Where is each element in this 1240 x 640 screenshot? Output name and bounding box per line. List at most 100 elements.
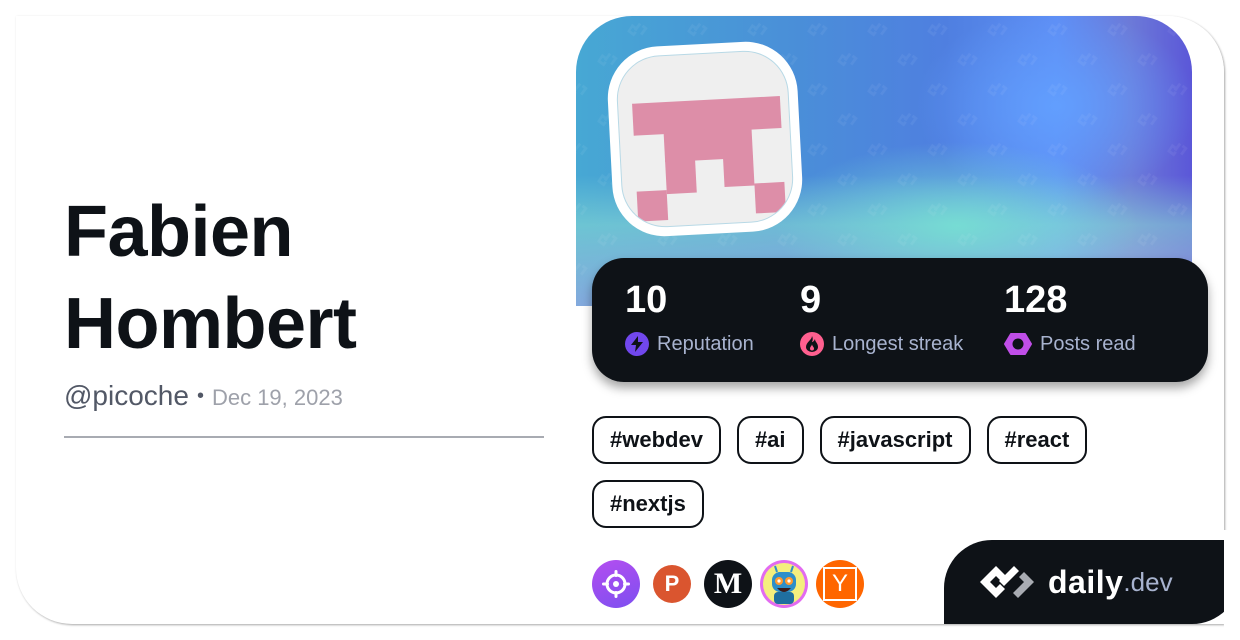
stat-label: Posts read [1040,332,1136,355]
divider [64,436,544,438]
pattern-logo-icon [576,260,591,279]
pattern-logo-icon [865,140,891,159]
pattern-logo-icon [1105,140,1131,159]
crosshair-source-icon[interactable] [592,560,640,608]
pattern-logo-icon [1015,230,1041,249]
pattern-logo-icon [1045,20,1071,39]
profile-last-name: Hombert [64,284,357,364]
pattern-logo-icon [1015,110,1041,129]
profile-meta: @picoche • Dec 19, 2023 [64,380,343,412]
pattern-logo-icon [895,110,921,129]
pattern-logo-icon [835,110,861,129]
tag-chip[interactable]: #javascript [819,416,971,464]
pattern-logo-icon [1075,170,1101,189]
pattern-logo-icon [1135,230,1161,249]
pattern-logo-icon [775,230,801,249]
daily-dev-brand[interactable]: daily .dev [944,540,1240,624]
stat-value: 9 [800,279,822,321]
avatar[interactable] [605,39,805,239]
medium-glyph: M [713,567,743,600]
pattern-logo-icon [576,140,591,159]
pattern-logo-icon [1165,200,1191,219]
pattern-logo-icon [1135,50,1161,69]
pattern-logo-icon [595,230,621,249]
pattern-logo-icon [985,200,1011,219]
brand-wordmark: daily [1048,563,1124,600]
pattern-logo-icon [1075,50,1101,69]
pattern-logo-icon [955,50,981,69]
pattern-logo-icon [576,200,591,219]
pattern-logo-icon [925,140,951,159]
meta-separator: • [196,385,204,407]
pattern-logo-icon [835,230,861,249]
medium-source-icon[interactable]: M [704,560,752,608]
pattern-logo-icon [895,170,921,189]
avatar-pixel [636,190,669,222]
pattern-logo-icon [1105,200,1131,219]
pattern-logo-icon [1045,200,1071,219]
pattern-logo-icon [1135,170,1161,189]
stat-reputation: 10 Reputation [625,278,754,356]
tag-chip[interactable]: #nextjs [592,480,704,528]
pattern-logo-icon [955,170,981,189]
pattern-logo-icon [985,140,1011,159]
pattern-logo-icon [1105,80,1131,99]
tag-chip[interactable]: #webdev [592,416,721,464]
stat-longest-streak: 9 Longest streak [800,278,963,356]
pattern-logo-icon [1135,110,1161,129]
product-hunt-source-icon[interactable]: P [648,560,696,608]
hacker-news-source-icon[interactable]: Y [816,560,864,608]
pattern-logo-icon [1165,80,1191,99]
pattern-logo-icon [895,50,921,69]
pattern-logo-icon [985,20,1011,39]
pattern-logo-icon [1075,230,1101,249]
profile-first-name: Fabien [64,192,294,272]
pattern-logo-icon [835,170,861,189]
pattern-logo-icon [1165,140,1191,159]
stat-value: 10 [625,279,668,321]
profile-name: Fabien Hombert [64,186,544,370]
pattern-logo-icon [955,110,981,129]
stats-panel: 10 Reputation 9 Longest streak 128 Posts… [592,258,1208,382]
avatar-pixel [754,181,786,214]
pattern-logo-icon [1045,80,1071,99]
pattern-logo-icon [865,200,891,219]
pattern-logo-icon [745,20,771,39]
avatar-pixel [665,158,697,195]
pattern-logo-icon [865,20,891,39]
pattern-logo-icon [576,20,591,39]
stat-value: 128 [1004,279,1068,321]
pattern-logo-icon [1015,170,1041,189]
pattern-logo-icon [925,20,951,39]
product-hunt-glyph: P [653,565,691,603]
pattern-logo-icon [925,200,951,219]
pattern-logo-icon [685,20,711,39]
pattern-logo-icon [1105,20,1131,39]
pattern-logo-icon [625,20,651,39]
pattern-logo-icon [865,80,891,99]
sources-list: P M Y [592,560,864,608]
robot-source-icon[interactable] [760,560,808,608]
brand-edge [1224,530,1240,640]
tags-list: #webdev #ai #javascript #react #nextjs [592,416,1132,528]
tag-chip[interactable]: #ai [736,416,804,464]
eye-icon [1004,332,1032,356]
lightning-icon [625,332,649,356]
pattern-logo-icon [805,140,831,159]
pattern-logo-icon [925,80,951,99]
pattern-logo-icon [955,230,981,249]
profile-handle[interactable]: @picoche [64,380,189,412]
stat-label: Longest streak [832,332,964,355]
pattern-logo-icon [1015,50,1041,69]
pattern-logo-icon [805,200,831,219]
pattern-logo-icon [1075,110,1101,129]
flame-icon [800,332,824,356]
stat-label: Reputation [657,332,754,355]
hacker-news-glyph: Y [823,567,857,601]
avatar-pixel [722,155,755,188]
pattern-logo-icon [895,230,921,249]
tag-chip[interactable]: #react [986,416,1088,464]
pattern-logo-icon [985,80,1011,99]
joined-date: Dec 19, 2023 [211,385,343,410]
pattern-logo-icon [1045,140,1071,159]
